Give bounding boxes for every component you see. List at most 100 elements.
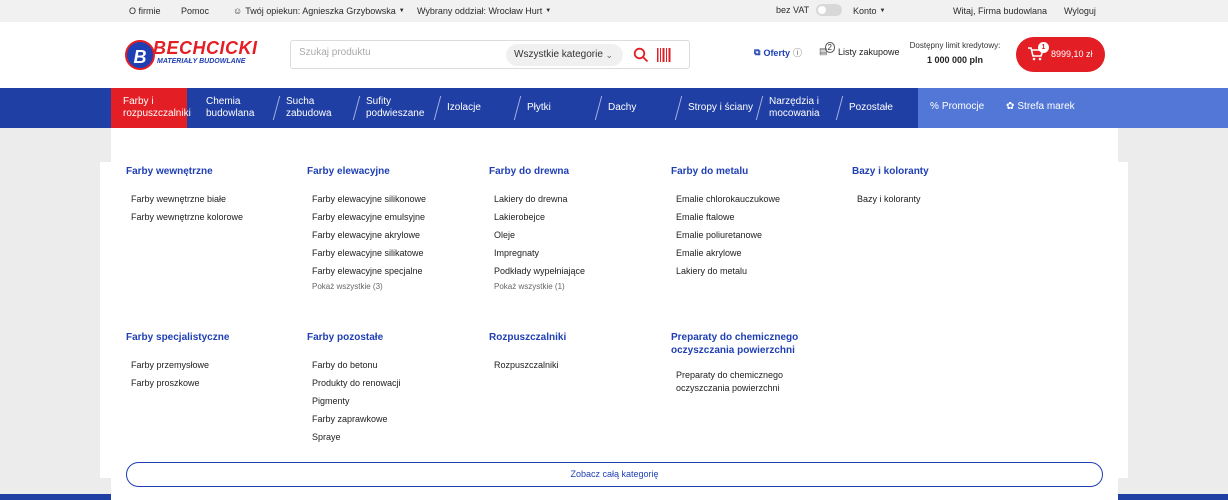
credit-label: Dostępny limit kredytowy: xyxy=(909,41,1001,50)
nav-label: zabudowa xyxy=(286,108,332,119)
menu-link[interactable]: Oleje xyxy=(494,226,664,244)
menu-link[interactable]: Farby elewacyjne emulsyjne xyxy=(312,208,482,226)
search-input[interactable] xyxy=(299,47,499,58)
menu-column: Farby do drewna Lakiery do drewna Lakier… xyxy=(489,165,664,294)
advisor-dropdown[interactable]: ☺ Twój opiekun: Agnieszka Grzybowska ▼ xyxy=(233,6,405,16)
menu-link[interactable]: Bazy i koloranty xyxy=(857,190,1027,208)
logout-link[interactable]: Wyloguj xyxy=(1064,6,1096,16)
nav-item-insulation[interactable]: Izolacje xyxy=(447,88,481,128)
barcode-icon[interactable] xyxy=(656,47,672,63)
menu-link[interactable]: Emalie ftalowe xyxy=(676,208,846,226)
menu-link[interactable]: Farby wewnętrzne białe xyxy=(131,190,301,208)
logo-name: BECHCICKI xyxy=(153,38,258,58)
info-icon[interactable]: ⓘ xyxy=(793,46,802,59)
cart-total: 8999,10 zł xyxy=(1051,49,1093,59)
nav-separator xyxy=(433,96,442,120)
nav-item-ceilings[interactable]: Sufity podwieszane xyxy=(366,88,424,128)
nav-item-roofs[interactable]: Dachy xyxy=(608,88,636,128)
menu-column-title[interactable]: Preparaty do chemicznego oczyszczania po… xyxy=(671,331,821,357)
menu-column-title[interactable]: Rozpuszczalniki xyxy=(489,331,664,344)
menu-column-title[interactable]: Farby do drewna xyxy=(489,165,664,178)
menu-link[interactable]: Farby zaprawkowe xyxy=(312,410,482,428)
see-full-category-button[interactable]: Zobacz całą kategorię xyxy=(126,462,1103,487)
menu-link[interactable]: Lakierobejce xyxy=(494,208,664,226)
menu-link[interactable]: Rozpuszczalniki xyxy=(494,356,664,374)
search-bar: Wszystkie kategorie ⌄ xyxy=(290,40,690,69)
menu-column: Preparaty do chemicznego oczyszczania po… xyxy=(671,331,821,395)
menu-link[interactable]: Impregnaty xyxy=(494,244,664,262)
menu-link[interactable]: Emalie chlorokauczukowe xyxy=(676,190,846,208)
menu-link[interactable]: Lakiery do metalu xyxy=(676,262,846,280)
nav-label: Sufity xyxy=(366,96,392,107)
medal-icon: ✿ xyxy=(1006,101,1015,112)
welcome-text: Witaj, Firma budowlana xyxy=(953,6,1048,16)
menu-link[interactable]: Farby proszkowe xyxy=(131,374,301,392)
menu-link[interactable]: Farby przemysłowe xyxy=(131,356,301,374)
menu-column-title[interactable]: Farby pozostałe xyxy=(307,331,482,344)
cart-button[interactable]: 1 8999,10 zł xyxy=(1016,37,1105,72)
search-icon[interactable] xyxy=(633,47,649,63)
menu-link[interactable]: Pigmenty xyxy=(312,392,482,410)
offers-icon: ⧉ xyxy=(754,47,761,57)
show-all-link[interactable]: Pokaż wszystkie (1) xyxy=(494,280,664,294)
menu-column-title[interactable]: Farby wewnętrzne xyxy=(126,165,301,178)
nav-item-ceilings-walls[interactable]: Stropy i ściany xyxy=(688,88,753,128)
main-nav: Farby i rozpuszczalniki Chemia budowlana S… xyxy=(0,88,1228,128)
menu-link[interactable]: Preparaty do chemicznego oczyszczania po… xyxy=(676,369,821,395)
cart-count-badge: 1 xyxy=(1038,42,1049,53)
menu-column-title[interactable]: Bazy i koloranty xyxy=(852,165,1027,178)
about-link[interactable]: O firmie xyxy=(129,6,161,16)
nav-label: Sucha xyxy=(286,96,315,107)
menu-column-title[interactable]: Farby specjalistyczne xyxy=(126,331,301,344)
menu-link[interactable]: Podkłady wypełniające xyxy=(494,262,664,280)
menu-link[interactable]: Farby do betonu xyxy=(312,356,482,374)
menu-column-title[interactable]: Farby do metalu xyxy=(671,165,846,178)
menu-column: Farby pozostałe Farby do betonu Produkty… xyxy=(307,331,482,446)
nav-item-chemistry[interactable]: Chemia budowlana xyxy=(206,88,254,128)
nav-label: Izolacje xyxy=(447,102,481,113)
nav-separator xyxy=(594,96,603,120)
help-link[interactable]: Pomoc xyxy=(181,6,209,16)
category-select[interactable]: Wszystkie kategorie ⌄ xyxy=(506,44,623,66)
nav-separator xyxy=(352,96,361,120)
menu-link[interactable]: Farby elewacyjne silikatowe xyxy=(312,244,482,262)
toggle-switch[interactable] xyxy=(816,4,843,16)
menu-link[interactable]: Lakiery do drewna xyxy=(494,190,664,208)
nav-item-drywall[interactable]: Sucha zabudowa xyxy=(286,88,332,128)
nav-item-other[interactable]: Pozostałe xyxy=(849,88,893,128)
nav-item-tiles[interactable]: Płytki xyxy=(527,88,551,128)
branch-dropdown[interactable]: Wybrany oddział: Wrocław Hurt ▼ xyxy=(417,6,551,16)
vat-toggle[interactable]: bez VAT xyxy=(776,4,843,16)
person-icon: ☺ xyxy=(233,6,243,16)
menu-column: Bazy i koloranty Bazy i koloranty xyxy=(852,165,1027,208)
menu-link[interactable]: Farby elewacyjne specjalne xyxy=(312,262,482,280)
menu-link[interactable]: Spraye xyxy=(312,428,482,446)
nav-item-tools[interactable]: Narzędzia i mocowania xyxy=(769,88,820,128)
nav-label: budowlana xyxy=(206,108,255,119)
lists-count-badge: 2 xyxy=(824,42,835,53)
nav-separator xyxy=(272,96,281,120)
menu-column-title[interactable]: Farby elewacyjne xyxy=(307,165,482,178)
account-dropdown[interactable]: Konto ▼ xyxy=(853,6,885,16)
branch-label: Wybrany oddział: Wrocław Hurt xyxy=(417,6,543,16)
nav-item-promotions[interactable]: % Promocje xyxy=(930,101,984,112)
nav-item-paints[interactable]: Farby i rozpuszczalniki xyxy=(111,88,191,128)
menu-link[interactable]: Emalie poliuretanowe xyxy=(676,226,846,244)
header: B BECHCICKI MATERIAŁY BUDOWLANE Wszystki… xyxy=(0,22,1228,88)
category-select-value: Wszystkie kategorie xyxy=(514,49,603,60)
menu-link[interactable]: Farby elewacyjne silikonowe xyxy=(312,190,482,208)
menu-link[interactable]: Emalie akrylowe xyxy=(676,244,846,262)
offers-link[interactable]: ⧉ Oferty ⓘ xyxy=(754,46,802,59)
show-all-link[interactable]: Pokaż wszystkie (3) xyxy=(312,280,482,294)
menu-link[interactable]: Farby elewacyjne akrylowe xyxy=(312,226,482,244)
menu-link[interactable]: Produkty do renowacji xyxy=(312,374,482,392)
caret-down-icon: ▼ xyxy=(879,8,886,14)
logo-subtitle: MATERIAŁY BUDOWLANE xyxy=(157,58,246,65)
caret-down-icon: ▼ xyxy=(398,8,405,14)
logo[interactable]: B BECHCICKI MATERIAŁY BUDOWLANE xyxy=(125,38,258,72)
nav-separator xyxy=(835,96,844,120)
nav-item-brands[interactable]: ✿ Strefa marek xyxy=(1006,101,1075,112)
menu-column: Rozpuszczalniki Rozpuszczalniki xyxy=(489,331,664,374)
shopping-lists-link[interactable]: ▤ 2 Listy zakupowe xyxy=(819,42,900,57)
menu-link[interactable]: Farby wewnętrzne kolorowe xyxy=(131,208,301,226)
